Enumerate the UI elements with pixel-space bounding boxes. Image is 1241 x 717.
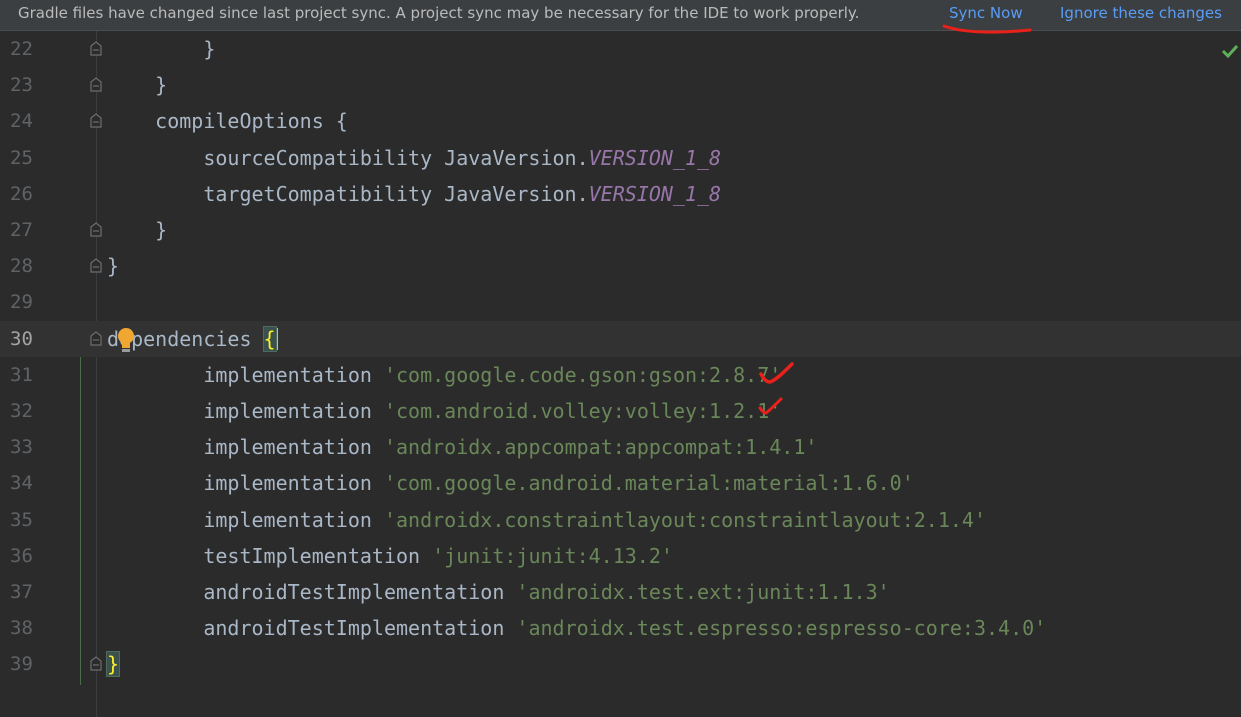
line-number: 35 [10,508,33,531]
code-editor[interactable]: 22 } 23 } 24 compileOptions {25 sourceComp… [0,31,1241,717]
code-token: } [155,73,168,98]
fold-icon[interactable] [88,40,104,58]
code-token: } [107,254,120,279]
code-text[interactable]: } [107,218,167,242]
code-token: compileOptions { [155,109,348,134]
code-line[interactable]: 24 compileOptions { [0,103,1241,139]
code-text[interactable]: targetCompatibility JavaVersion.VERSION_… [107,182,721,206]
red-checkmark-annotation [759,362,794,384]
code-line[interactable]: 36 testImplementation 'junit:junit:4.13.… [0,538,1241,574]
code-token: implementation [203,362,384,387]
text-caret [275,327,278,350]
fold-icon[interactable] [88,257,104,275]
code-token: implementation [203,435,384,460]
code-text[interactable]: } [107,37,215,61]
code-line[interactable]: 31 implementation 'com.google.code.gson:… [0,357,1241,393]
line-number: 22 [10,38,33,60]
line-number: 28 [10,255,33,278]
string-literal: 'androidx.constraintlayout:constraintlay… [383,507,987,532]
red-checkmark-annotation [758,397,783,415]
gradle-sync-banner: Gradle files have changed since last pro… [0,0,1241,31]
fold-icon[interactable] [88,76,104,94]
ignore-changes-link[interactable]: Ignore these changes [1060,4,1222,22]
code-token: androidTestImplementation [203,580,517,604]
code-token: targetCompatibility JavaVersion. [203,181,589,206]
fold-icon[interactable] [88,330,104,348]
string-literal: 'androidx.test.ext:junit:1.1.3' [516,580,890,604]
line-number: 31 [10,363,33,386]
line-number: 32 [10,400,33,422]
code-line[interactable]: 23 } [0,67,1241,103]
code-text[interactable]: implementation 'androidx.appcompat:appco… [107,435,817,459]
code-line[interactable]: 37 androidTestImplementation 'androidx.t… [0,574,1241,610]
line-number: 34 [10,472,33,495]
code-token: } [155,218,168,242]
string-literal: 'com.google.code.gson:gson:2.8.7' [383,362,782,387]
code-text[interactable]: testImplementation 'junit:junit:4.13.2' [107,544,673,568]
code-line[interactable]: 33 implementation 'androidx.appcompat:ap… [0,429,1241,465]
code-text[interactable]: } [107,254,119,278]
fold-icon[interactable] [88,655,104,673]
code-text[interactable]: sourceCompatibility JavaVersion.VERSION_… [107,146,721,170]
fold-icon[interactable] [88,221,104,239]
code-text[interactable]: implementation 'androidx.constraintlayou… [107,508,986,532]
matched-brace: { [262,325,277,352]
line-number: 23 [10,74,33,97]
line-number: 26 [10,182,33,205]
constant-token: VERSION_1_8 [588,181,722,206]
line-number: 37 [10,581,33,603]
constant-token: VERSION_1_8 [588,145,722,170]
line-number: 39 [10,653,33,676]
line-number: 29 [10,291,33,314]
line-number: 24 [10,110,33,133]
line-number: 38 [10,617,33,640]
string-literal: 'androidx.test.espresso:espresso-core:3.… [516,616,1047,641]
code-line[interactable]: 30 dependencies { [0,320,1241,357]
code-line[interactable]: 38 androidTestImplementation 'androidx.t… [0,610,1241,646]
code-token: } [203,37,216,61]
string-literal: 'androidx.appcompat:appcompat:1.4.1' [383,435,818,460]
string-literal: 'junit:junit:4.13.2' [432,543,673,568]
line-number: 33 [10,436,33,459]
lightbulb-icon[interactable] [116,327,136,353]
code-token: implementation [203,507,384,532]
code-text[interactable]: compileOptions { [107,109,348,133]
red-underline-annotation [942,24,1032,34]
line-number: 30 [10,327,33,350]
code-text[interactable]: implementation 'com.google.code.gson:gso… [107,363,781,387]
code-text[interactable]: androidTestImplementation 'androidx.test… [107,616,1046,640]
code-line[interactable]: 29 [0,284,1241,320]
code-line[interactable]: 26 targetCompatibility JavaVersion.VERSI… [0,176,1241,212]
code-text[interactable]: androidTestImplementation 'androidx.test… [107,580,890,604]
matched-brace: } [105,651,121,678]
code-token: sourceCompatibility JavaVersion. [203,145,589,170]
code-line[interactable]: 28} [0,248,1241,284]
code-line[interactable]: 22 } [0,31,1241,67]
code-token: androidTestImplementation [203,616,517,641]
code-token: implementation [203,471,384,496]
string-literal: 'com.android.volley:volley:1.2.1' [383,399,782,423]
code-line[interactable]: 39} [0,646,1241,682]
code-text[interactable]: } [107,73,167,97]
code-line[interactable]: 25 sourceCompatibility JavaVersion.VERSI… [0,140,1241,176]
line-number: 27 [10,219,33,241]
string-literal: 'com.google.android.material:material:1.… [383,471,914,496]
fold-icon[interactable] [88,112,104,130]
code-token: implementation [203,399,384,423]
checkmark-icon[interactable] [1221,44,1239,58]
code-token: testImplementation [203,543,433,568]
banner-message: Gradle files have changed since last pro… [18,4,860,22]
code-text[interactable]: implementation 'com.google.android.mater… [107,471,914,496]
code-line[interactable]: 35 implementation 'androidx.constraintla… [0,502,1241,538]
code-line[interactable]: 32 implementation 'com.android.volley:vo… [0,393,1241,429]
code-line[interactable]: 27 } [0,212,1241,248]
line-number: 25 [10,146,33,169]
line-number: 36 [10,544,33,567]
code-text[interactable]: implementation 'com.android.volley:volle… [107,399,781,423]
code-text[interactable]: } [105,651,121,678]
code-line[interactable]: 34 implementation 'com.google.android.ma… [0,465,1241,501]
